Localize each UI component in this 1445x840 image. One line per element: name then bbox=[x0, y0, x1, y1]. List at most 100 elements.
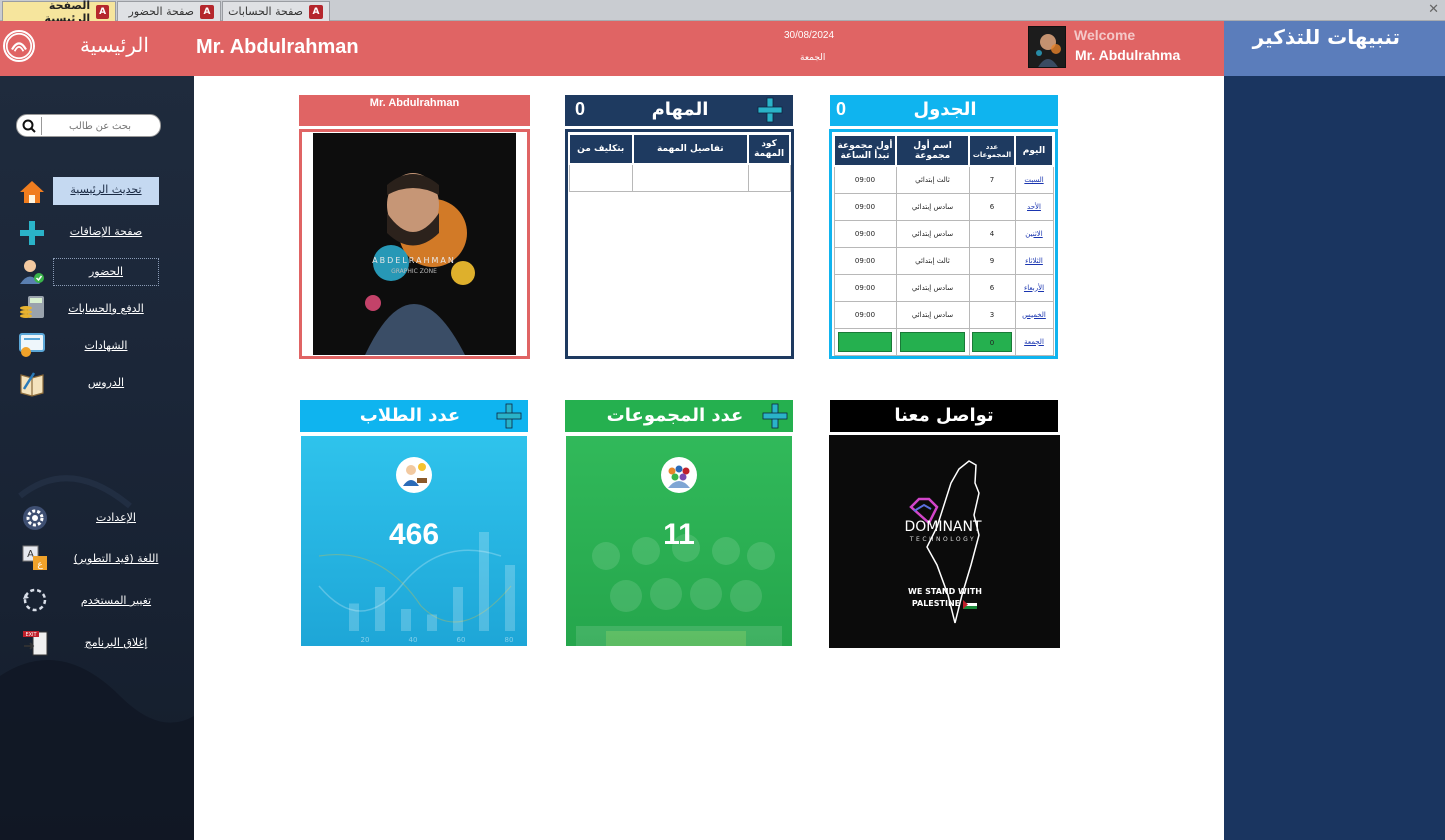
schedule-col-groups: عدد المجموعات bbox=[968, 134, 1016, 167]
schedule-col-start-time: أول مجموعة تبدأ الساعة bbox=[833, 134, 897, 167]
schedule-cell-day[interactable]: الأحد bbox=[1014, 192, 1054, 221]
tab-attendance[interactable]: A صفحة الحضور bbox=[117, 1, 221, 21]
welcome-label: Welcome bbox=[1074, 27, 1136, 43]
schedule-cell-first: سادس إبتدائي bbox=[895, 219, 970, 248]
add-student-plus-icon[interactable] bbox=[496, 403, 522, 429]
profile-photo: ABDELRAHMAN GRAPHIC ZONE bbox=[313, 133, 516, 355]
add-group-plus-icon[interactable] bbox=[762, 403, 788, 429]
schedule-title: الجدول bbox=[913, 98, 977, 120]
schedule-col-day: اليوم bbox=[1014, 134, 1054, 167]
language-icon[interactable]: A ع bbox=[21, 544, 49, 572]
groups-title: عدد المجموعات bbox=[606, 404, 744, 426]
sidebar-item-switch-user[interactable]: تغيير المستخدم bbox=[70, 594, 162, 607]
gear-icon[interactable] bbox=[21, 504, 49, 532]
schedule-cell-day[interactable]: الجمعة bbox=[1014, 327, 1054, 356]
sidebar-item-settings[interactable]: الإعدادت bbox=[70, 511, 162, 524]
reminders-title: تنبيهات للتذكير bbox=[1252, 25, 1400, 49]
schedule-cell-time: 09:00 bbox=[833, 273, 897, 302]
current-day: الجمعة bbox=[800, 53, 826, 63]
profile-card: ABDELRAHMAN GRAPHIC ZONE bbox=[299, 129, 530, 359]
students-title: عدد الطلاب bbox=[359, 404, 461, 426]
sidebar-item-refresh-home[interactable]: تحديث الرئيسية bbox=[53, 183, 159, 196]
sidebar-item-additions[interactable]: صفحة الإضافات bbox=[53, 225, 159, 238]
contact-card[interactable]: DOMINANT TECHNOLOGY WE STAND WITH PALEST… bbox=[829, 435, 1060, 648]
close-icon[interactable]: ✕ bbox=[1428, 2, 1439, 17]
palestine-flag-icon bbox=[963, 600, 977, 609]
students-chart-bar bbox=[401, 609, 411, 631]
table-row[interactable]: الأحد 6 سادس إبتدائي 09:00 bbox=[833, 192, 1054, 221]
table-row[interactable]: الجمعة 0 bbox=[833, 327, 1054, 356]
plus-icon[interactable] bbox=[18, 219, 46, 247]
groups-card: 11 bbox=[566, 436, 792, 646]
sidebar-item-exit[interactable]: إغلاق البرنامج bbox=[70, 636, 162, 649]
tasks-count: 0 bbox=[575, 99, 586, 119]
schedule-summary-cell: 0 bbox=[971, 331, 1013, 352]
schedule-cell-time: 09:00 bbox=[833, 219, 897, 248]
avatar bbox=[1028, 26, 1066, 68]
sidebar-item-payments[interactable]: الدفع والحسابات bbox=[53, 302, 159, 315]
schedule-cell-first: ثالث إبتدائي bbox=[895, 246, 970, 275]
search-icon[interactable] bbox=[21, 118, 37, 134]
refresh-icon[interactable] bbox=[21, 586, 49, 614]
groups-count: 11 bbox=[663, 518, 695, 551]
schedule-cell-first: سادس إبتدائي bbox=[895, 192, 970, 221]
schedule-cell-day[interactable]: الأربعاء bbox=[1014, 273, 1054, 302]
schedule-cell-day[interactable]: السبت bbox=[1014, 165, 1054, 194]
table-row[interactable]: الاثنين 4 سادس إبتدائي 09:00 bbox=[833, 219, 1054, 248]
students-count: 466 bbox=[388, 518, 440, 551]
students-chart-bar bbox=[375, 587, 385, 631]
book-icon[interactable] bbox=[18, 369, 46, 397]
reminders-header: تنبيهات للتذكير bbox=[1224, 21, 1445, 76]
photo-caption: ABDELRAHMAN bbox=[372, 256, 456, 265]
palestine-map-icon: DOMINANT TECHNOLOGY WE STAND WITH PALEST… bbox=[904, 460, 982, 624]
schedule-cell-groups: 3 bbox=[968, 300, 1016, 329]
calculator-icon[interactable] bbox=[18, 294, 46, 322]
schedule-count: 0 bbox=[836, 99, 847, 119]
tab-accounts[interactable]: A صفحة الحسابات bbox=[222, 1, 330, 21]
contact-title: تواصل معنا bbox=[894, 404, 994, 426]
table-row[interactable]: الخميس 3 سادس إبتدائي 09:00 bbox=[833, 300, 1054, 329]
students-chart-tick: 60 bbox=[457, 636, 466, 644]
schedule-cell-groups: 6 bbox=[968, 273, 1016, 302]
tasks-card-header: 0 المهام bbox=[565, 95, 793, 126]
svg-text:ع: ع bbox=[37, 560, 43, 570]
sidebar-item-certificates[interactable]: الشهادات bbox=[53, 339, 159, 352]
home-icon[interactable] bbox=[18, 178, 46, 206]
attendance-icon[interactable] bbox=[18, 257, 46, 285]
students-card: 20 40 60 80 466 bbox=[301, 436, 527, 646]
student-search bbox=[16, 114, 161, 137]
table-row[interactable]: الثلاثاء 9 ثالث إبتدائي 09:00 bbox=[833, 246, 1054, 275]
exit-icon[interactable]: EXIT bbox=[21, 629, 49, 657]
tab-home[interactable]: A الصفحة الرئيسية bbox=[2, 0, 116, 25]
schedule-cell-groups: 6 bbox=[968, 192, 1016, 221]
add-task-plus-icon[interactable] bbox=[757, 97, 783, 123]
tasks-col-details: تفاصيل المهمة bbox=[631, 133, 750, 165]
schedule-cell-day[interactable]: الثلاثاء bbox=[1014, 246, 1054, 275]
schedule-cell-time: 09:00 bbox=[833, 246, 897, 275]
student-icon bbox=[396, 457, 432, 493]
photo-subcaption: GRAPHIC ZONE bbox=[391, 268, 437, 275]
brand-subtitle: TECHNOLOGY bbox=[909, 536, 976, 543]
table-row[interactable] bbox=[568, 163, 791, 192]
schedule-cell-time bbox=[833, 327, 897, 356]
groups-card-header: عدد المجموعات bbox=[565, 400, 793, 432]
tasks-table: كود المهمة تفاصيل المهمة بتكليف من bbox=[568, 133, 791, 192]
document-tabs: A الصفحة الرئيسية A صفحة الحضور A صفحة ا… bbox=[0, 0, 1445, 25]
profile-card-header: Mr. Abdulrahman bbox=[299, 95, 530, 126]
certificate-icon[interactable] bbox=[18, 331, 46, 359]
sidebar-item-language[interactable]: اللغة (قيد التطوير) bbox=[64, 552, 168, 565]
schedule-cell-day[interactable]: الاثنين bbox=[1014, 219, 1054, 248]
access-form-icon: A bbox=[309, 4, 323, 19]
tasks-col-code: كود المهمة bbox=[747, 133, 791, 165]
page-title: الرئيسية bbox=[80, 33, 149, 57]
sidebar-item-attendance[interactable]: الحضور bbox=[53, 265, 159, 278]
table-row[interactable]: السبت 7 ثالث إبتدائي 09:00 bbox=[833, 165, 1054, 194]
schedule-cell-day[interactable]: الخميس bbox=[1014, 300, 1054, 329]
schedule-summary-cell bbox=[900, 331, 965, 352]
students-card-header: عدد الطلاب bbox=[300, 400, 528, 432]
search-input[interactable] bbox=[41, 117, 158, 135]
table-row[interactable]: الأربعاء 6 سادس إبتدائي 09:00 bbox=[833, 273, 1054, 302]
tasks-col-assigned: بتكليف من bbox=[568, 133, 634, 165]
welcome-username: Mr. Abdulrahma bbox=[1075, 47, 1181, 63]
sidebar-item-lessons[interactable]: الدروس bbox=[53, 376, 159, 389]
